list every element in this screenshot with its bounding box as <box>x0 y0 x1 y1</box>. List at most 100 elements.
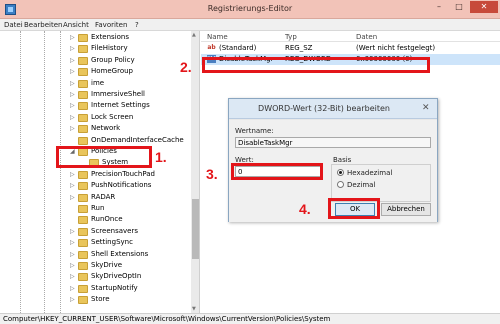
expand-arrow-icon[interactable]: ▷ <box>70 251 76 258</box>
radio-hex-label[interactable]: Hexadezimal <box>347 169 392 177</box>
folder-icon <box>78 205 88 213</box>
step-label-2: 2. <box>180 59 192 75</box>
expand-arrow-icon[interactable]: ▷ <box>70 262 76 269</box>
base-label: Basis <box>333 156 352 164</box>
dialog-close-icon[interactable]: ✕ <box>422 103 430 113</box>
step-label-3: 3. <box>206 166 218 182</box>
tree-item[interactable]: ▷ Internet Settings <box>0 101 195 112</box>
expand-arrow-icon[interactable]: ▷ <box>70 68 76 75</box>
tree-item-label: HomeGroup <box>91 67 133 76</box>
expand-arrow-icon[interactable]: ▷ <box>70 182 76 189</box>
registry-path: Computer\HKEY_CURRENT_USER\Software\Micr… <box>3 315 331 323</box>
tree-item[interactable]: ▷ SkyDriveOptIn <box>0 272 195 283</box>
expand-arrow-icon[interactable]: ▷ <box>70 80 76 87</box>
tree-item[interactable]: ▷ Group Policy <box>0 56 195 67</box>
tree-item-label: Screensavers <box>91 226 138 235</box>
menu-bearbeiten[interactable]: Bearbeiten <box>24 21 62 29</box>
expand-arrow-icon[interactable]: ▷ <box>70 285 76 292</box>
tree-item-label: RunOnce <box>91 215 123 224</box>
tree-item[interactable]: ▷ ime <box>0 79 195 90</box>
tree-item-label: StartupNotify <box>91 283 138 292</box>
expand-arrow-icon[interactable]: ▷ <box>70 171 76 178</box>
expand-arrow-icon[interactable]: ▷ <box>70 45 76 52</box>
column-data[interactable]: Daten <box>356 33 377 41</box>
close-button[interactable]: ✕ <box>470 1 498 13</box>
minimize-button[interactable]: – <box>430 1 448 13</box>
tree-item[interactable]: ▷ SettingSync <box>0 238 195 249</box>
menu-help[interactable]: ? <box>135 21 139 29</box>
expand-arrow-icon[interactable]: ▷ <box>70 273 76 280</box>
tree-item[interactable]: ▷ HomeGroup <box>0 67 195 78</box>
column-header: Name Typ Daten <box>201 31 500 42</box>
value-name-text: DisableTaskMgr <box>238 139 293 147</box>
tree-item-label: Lock Screen <box>91 112 134 121</box>
tree-item[interactable]: ▷ Screensavers <box>0 227 195 238</box>
folder-icon <box>78 34 88 42</box>
tree-item[interactable]: ▷ Store <box>0 295 195 306</box>
folder-icon <box>78 68 88 77</box>
cancel-button[interactable]: Abbrechen <box>381 203 431 216</box>
tree-item[interactable]: ▷ Shell Extensions <box>0 250 195 261</box>
tree-item[interactable]: RunOnce <box>0 215 195 226</box>
folder-icon <box>78 91 88 99</box>
tree-item-label: Shell Extensions <box>91 249 149 258</box>
folder-icon <box>78 182 88 191</box>
highlight-system-key <box>56 146 152 168</box>
radio-dec[interactable] <box>337 181 344 188</box>
menu-favoriten[interactable]: Favoriten <box>95 21 127 29</box>
value-name-field: DisableTaskMgr <box>235 137 431 148</box>
tree-item[interactable]: ▷ FileHistory <box>0 44 195 55</box>
scroll-down-arrow-icon[interactable]: ▼ <box>192 306 196 312</box>
maximize-button[interactable]: □ <box>450 1 468 13</box>
folder-icon <box>78 216 88 225</box>
registry-tree[interactable]: ▲ ▼ ▷ Extensions ▷ FileHistory ▷ Group Policy… <box>0 31 200 313</box>
tree-item-label: Store <box>91 295 110 304</box>
expand-arrow-icon[interactable]: ▷ <box>70 228 76 235</box>
tree-item-label: OnDemandInterfaceCache <box>91 135 184 144</box>
tree-item[interactable]: ▷ SkyDrive <box>0 261 195 272</box>
tree-item[interactable]: ▷ StartupNotify <box>0 284 195 295</box>
string-value-icon: ab <box>207 44 216 51</box>
radio-dec-label[interactable]: Dezimal <box>347 181 375 189</box>
menu-datei[interactable]: Datei <box>4 21 23 29</box>
menu-ansicht[interactable]: Ansicht <box>63 21 89 29</box>
expand-arrow-icon[interactable]: ▷ <box>70 91 76 98</box>
tree-item[interactable]: ▷ Lock Screen <box>0 113 195 124</box>
tree-item-label: Network <box>91 124 121 133</box>
expand-arrow-icon[interactable]: ▷ <box>70 194 76 201</box>
tree-item[interactable]: ▷ PushNotifications <box>0 181 195 192</box>
expand-arrow-icon[interactable]: ▷ <box>70 34 76 41</box>
expand-arrow-icon[interactable]: ▷ <box>70 125 76 132</box>
expand-arrow-icon[interactable]: ▷ <box>70 114 76 121</box>
tree-item[interactable]: Run <box>0 204 195 215</box>
tree-item[interactable]: ▷ Extensions <box>0 33 195 44</box>
expand-arrow-icon[interactable]: ▷ <box>70 102 76 109</box>
folder-icon <box>78 193 88 202</box>
column-type[interactable]: Typ <box>285 33 297 41</box>
tree-item-label: PushNotifications <box>91 181 152 190</box>
tree-item[interactable]: ▷ ImmersiveShell <box>0 90 195 101</box>
expand-arrow-icon[interactable]: ▷ <box>70 296 76 303</box>
radio-hex[interactable] <box>337 169 344 176</box>
tree-item-label: RADAR <box>91 192 116 201</box>
tree-item-label: PrecisionTouchPad <box>91 169 155 178</box>
tree-item[interactable]: ▷ Network <box>0 124 195 135</box>
value-name: (Standard) <box>219 44 257 52</box>
tree-item[interactable]: ▷ RADAR <box>0 193 195 204</box>
expand-arrow-icon[interactable]: ▷ <box>70 239 76 246</box>
highlight-value-field <box>231 163 323 180</box>
expand-arrow-icon[interactable]: ▷ <box>70 57 76 64</box>
tree-item-label: Internet Settings <box>91 101 150 110</box>
tree-item[interactable]: OnDemandInterfaceCache <box>0 136 195 147</box>
folder-icon <box>78 296 88 305</box>
tree-item-label: SkyDrive <box>91 261 123 269</box>
tree-item-label: Run <box>91 204 105 212</box>
value-row[interactable]: ab (Standard) REG_SZ (Wert nicht festgel… <box>201 43 500 54</box>
title-bar: Registrierungs-Editor – □ ✕ <box>0 0 500 19</box>
folder-icon <box>78 250 88 259</box>
value-type: REG_SZ <box>285 44 313 52</box>
column-name[interactable]: Name <box>207 33 228 41</box>
tree-item[interactable]: ▷ PrecisionTouchPad <box>0 170 195 181</box>
tree-item-label: ImmersiveShell <box>91 90 146 98</box>
folder-icon <box>78 136 88 145</box>
